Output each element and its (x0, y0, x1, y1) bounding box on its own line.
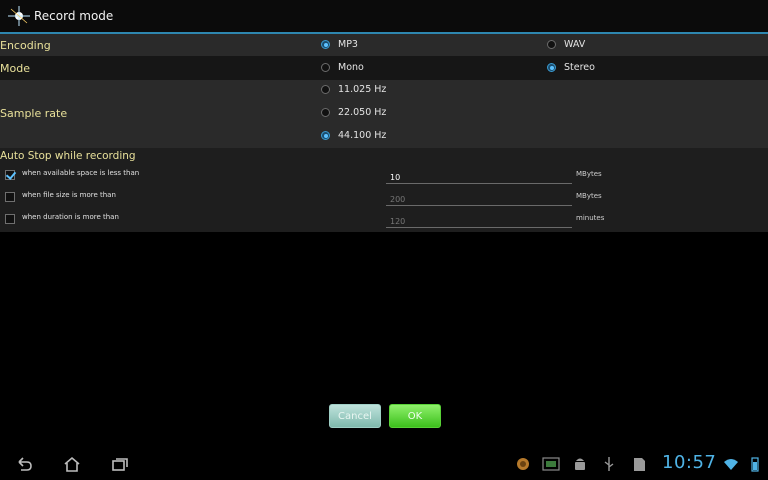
radio-stereo[interactable]: Stereo (547, 62, 595, 73)
recent-apps-icon[interactable] (111, 456, 129, 472)
screenshot-icon[interactable] (542, 456, 560, 472)
duration-field (386, 209, 574, 230)
cancel-button[interactable]: Cancel (329, 404, 381, 428)
notification-coin-icon[interactable] (514, 456, 532, 472)
sample-rate-row: Sample rate 11.025 Hz 22.050 Hz 44.100 H… (0, 80, 768, 148)
system-nav-bar (0, 448, 768, 480)
checkbox-label: when available space is less than (22, 169, 140, 177)
checkbox-duration[interactable] (5, 214, 15, 224)
auto-stop-row-space: when available space is less than MBytes (0, 165, 768, 187)
mode-row: Mode Mono Stereo (0, 56, 768, 80)
ok-button[interactable]: OK (389, 404, 441, 428)
radio-44100[interactable]: 44.100 Hz (321, 130, 386, 141)
radio-mp3[interactable]: MP3 (321, 39, 358, 50)
unit-label: minutes (576, 214, 605, 222)
radio-unselected-icon (321, 108, 330, 117)
title-bar: Record mode (0, 0, 768, 33)
checkbox-space[interactable] (5, 170, 15, 180)
radio-mono[interactable]: Mono (321, 62, 364, 73)
radio-label: MP3 (338, 39, 358, 50)
radio-label: 22.050 Hz (338, 107, 387, 118)
filesize-input[interactable] (386, 191, 574, 208)
checkbox-label: when duration is more than (22, 213, 119, 221)
app-logo-icon (8, 6, 30, 26)
auto-stop-row-filesize: when file size is more than MBytes (0, 187, 768, 209)
radio-11025[interactable]: 11.025 Hz (321, 84, 386, 95)
radio-label: WAV (564, 39, 586, 50)
wifi-icon (724, 459, 738, 470)
radio-wav[interactable]: WAV (547, 39, 585, 50)
encoding-row: Encoding MP3 WAV (0, 34, 768, 56)
unit-label: MBytes (576, 170, 602, 178)
radio-selected-icon (547, 63, 556, 72)
encoding-label: Encoding (0, 39, 51, 52)
filesize-field (386, 187, 574, 208)
android-debug-icon[interactable] (571, 456, 589, 472)
auto-stop-row-duration: when duration is more than minutes (0, 209, 768, 231)
radio-selected-icon (321, 40, 330, 49)
checkbox-filesize[interactable] (5, 192, 15, 202)
usb-icon[interactable] (600, 456, 618, 472)
radio-label: 44.100 Hz (338, 130, 387, 141)
radio-label: Stereo (564, 62, 595, 73)
mode-label: Mode (0, 62, 30, 75)
clock: 10:57 (662, 452, 717, 473)
battery-icon (751, 457, 759, 472)
sd-card-icon[interactable] (630, 456, 648, 472)
radio-unselected-icon (547, 40, 556, 49)
radio-unselected-icon (321, 63, 330, 72)
radio-label: Mono (338, 62, 364, 73)
auto-stop-header: Auto Stop while recording (0, 150, 136, 162)
auto-stop-section: Auto Stop while recording when available… (0, 148, 768, 232)
sample-rate-label: Sample rate (0, 107, 68, 120)
duration-input[interactable] (386, 213, 574, 230)
radio-22050[interactable]: 22.050 Hz (321, 107, 386, 118)
checkbox-label: when file size is more than (22, 191, 116, 199)
radio-label: 11.025 Hz (338, 84, 387, 95)
home-icon[interactable] (63, 456, 81, 472)
space-field (386, 165, 574, 186)
radio-unselected-icon (321, 85, 330, 94)
radio-selected-icon (321, 131, 330, 140)
dialog-title: Record mode (34, 9, 114, 23)
unit-label: MBytes (576, 192, 602, 200)
back-icon[interactable] (15, 456, 33, 472)
space-input[interactable] (386, 169, 574, 186)
